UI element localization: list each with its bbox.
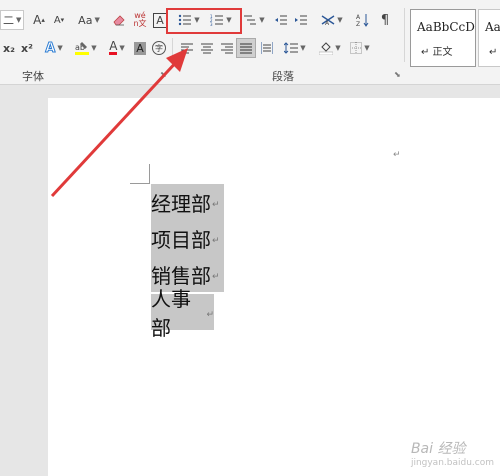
font-size-dropdown[interactable]: 二 ▼ [0, 10, 24, 30]
align-left-button[interactable] [178, 38, 196, 58]
line-spacing-icon [284, 42, 299, 54]
chevron-down-icon: ▼ [337, 16, 343, 24]
text-effects-button[interactable]: A ▼ [40, 38, 68, 58]
style-sample: AaBbCcD [417, 20, 475, 34]
grow-font-button[interactable]: A ▴ [30, 10, 48, 30]
font-color-button[interactable]: A ▼ [104, 38, 130, 58]
paragraph-dialog-launcher-icon[interactable]: ⬊ [394, 70, 401, 79]
increase-indent-button[interactable] [292, 10, 310, 30]
font-color-icon: A [109, 39, 118, 55]
style-normal[interactable]: AaBbCcD ↵ 正文 [410, 9, 476, 67]
justify-icon [240, 43, 252, 54]
superscript-label: x² [21, 41, 33, 55]
highlight-annotation-box [166, 8, 242, 34]
sort-button[interactable]: AZ [354, 10, 372, 30]
enclose-characters-button[interactable]: 字 [150, 38, 168, 58]
chevron-down-icon: ▼ [16, 16, 22, 24]
chevron-down-icon: ▼ [119, 44, 125, 52]
align-right-icon [221, 43, 233, 54]
chevron-down-icon: ▼ [94, 16, 100, 24]
highlight-color-button[interactable]: ab ▼ [72, 38, 100, 58]
group-separator [172, 38, 173, 60]
chevron-down-icon: ▼ [259, 16, 265, 24]
document-line[interactable]: 人事部 ↵ [151, 287, 214, 340]
change-case-label: Aa [78, 13, 93, 27]
shading-button[interactable]: ▼ [316, 38, 344, 58]
paragraph-mark: ↵ [212, 200, 220, 210]
enclosed-char-label: 字 [152, 41, 166, 55]
change-case-button[interactable]: Aa ▼ [74, 10, 104, 30]
phonetic-guide-button[interactable]: wén文 [130, 10, 150, 30]
align-center-button[interactable] [198, 38, 216, 58]
font-size-value: 二 [3, 14, 14, 27]
align-right-button[interactable] [218, 38, 236, 58]
style-no-spacing[interactable]: AaBbC ↵ 无 [478, 9, 500, 67]
chevron-down-icon: ▼ [300, 44, 306, 52]
align-left-icon [181, 43, 193, 54]
ribbon: 二 ▼ A ▴ A ▾ Aa ▼ wén文 A ▼ 123 ▼ ▼ A ▼ AZ ¶ [0, 0, 500, 85]
chinese-layout-icon: A [321, 15, 335, 26]
highlighter-icon: ab [75, 42, 90, 55]
align-center-icon [201, 43, 213, 54]
margin-corner-marker [130, 183, 150, 184]
multilevel-list-button[interactable]: ▼ [242, 10, 266, 30]
line-text: 项目部 [151, 227, 211, 252]
paragraph-mark: ↵ [393, 150, 401, 160]
chevron-down-icon: ▼ [364, 44, 370, 52]
font-dialog-launcher-icon[interactable]: ⬊ [160, 70, 167, 79]
borders-icon [350, 42, 363, 54]
sort-az-icon: AZ [356, 14, 369, 27]
increase-indent-icon [295, 15, 307, 25]
paragraph-mark: ↵ [212, 272, 220, 282]
show-hide-marks-button[interactable]: ¶ [376, 10, 394, 30]
style-sample: AaBbC [485, 20, 500, 34]
svg-text:Z: Z [356, 21, 360, 27]
justify-button[interactable] [236, 38, 256, 58]
font-group-label: 字体 [22, 70, 44, 83]
document-page[interactable] [48, 98, 500, 476]
borders-button[interactable]: ▼ [346, 38, 374, 58]
decrease-indent-icon [275, 15, 287, 25]
watermark-text: Bai 经验 [410, 441, 466, 457]
subscript-label: x₂ [3, 41, 15, 55]
line-text: 经理部 [151, 191, 211, 216]
style-name: ↵ 无 [489, 47, 500, 58]
line-spacing-button[interactable]: ▼ [282, 38, 308, 58]
phonetic-label: wén文 [133, 11, 147, 28]
margin-corner-marker [149, 164, 150, 184]
shrink-font-button[interactable]: A ▾ [50, 10, 68, 30]
watermark: Bai 经验 jingyan.baidu.com [411, 438, 494, 468]
decrease-indent-button[interactable] [272, 10, 290, 30]
multilevel-list-icon [244, 15, 257, 25]
svg-text:A: A [356, 14, 361, 21]
paragraph-mark: ↵ [206, 310, 214, 320]
paint-bucket-icon [319, 42, 334, 55]
style-name: ↵ 正文 [421, 47, 453, 58]
subscript-button[interactable]: x₂ [0, 38, 18, 58]
distributed-button[interactable] [258, 38, 276, 58]
char-shading-label: A [134, 41, 146, 55]
document-line[interactable]: 经理部 ↵ [151, 184, 224, 220]
char-border-label: A [153, 12, 167, 28]
line-text: 人事部 [151, 287, 191, 340]
chevron-down-icon: ▼ [335, 44, 341, 52]
distributed-icon [261, 42, 273, 54]
paragraph-mark: ↵ [212, 236, 220, 246]
text-effects-icon: A [45, 40, 56, 56]
chevron-down-icon: ▼ [91, 44, 97, 52]
character-shading-button[interactable]: A [132, 38, 148, 58]
eraser-icon [113, 15, 125, 26]
chevron-down-icon: ▼ [57, 44, 63, 52]
group-separator [404, 8, 405, 62]
clear-formatting-button[interactable] [110, 10, 128, 30]
superscript-button[interactable]: x² [18, 38, 36, 58]
paragraph-group-label: 段落 [272, 70, 294, 83]
chinese-layout-button[interactable]: A ▼ [318, 10, 346, 30]
document-line[interactable]: 项目部 ↵ [151, 220, 224, 256]
watermark-sub: jingyan.baidu.com [410, 458, 494, 468]
